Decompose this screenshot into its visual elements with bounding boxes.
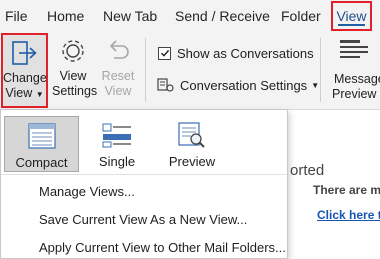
background-heading-fragment: orted [290, 162, 325, 179]
tab-view[interactable]: View [331, 1, 372, 31]
preview-view-icon [178, 122, 205, 148]
ribbon-tab-bar: File Home New Tab Send / Receive Folder … [0, 0, 380, 32]
tab-folder[interactable]: Folder [281, 6, 321, 26]
background-info-fragment: There are mo [313, 183, 380, 197]
view-option-single[interactable]: Single [81, 116, 153, 172]
ribbon-view: Change View ▼ View Settings Reset View S… [0, 32, 380, 110]
tab-send-receive[interactable]: Send / Receive [175, 6, 270, 26]
background-link-fragment[interactable]: Click here to [317, 208, 380, 222]
undo-icon [109, 40, 129, 59]
change-view-label-1: Change [3, 71, 47, 85]
menu-item-manage-views[interactable]: Manage Views... [39, 183, 135, 201]
show-as-conversations-checkbox[interactable]: Show as Conversations [158, 44, 314, 62]
tab-file[interactable]: File [5, 6, 28, 26]
ribbon-group-separator [145, 38, 146, 102]
checkbox-checked-icon [158, 46, 171, 60]
view-settings-button[interactable]: View Settings [52, 32, 98, 99]
view-option-compact-label: Compact [15, 155, 68, 170]
chevron-down-icon: ▼ [35, 90, 44, 99]
message-preview-label-2: Preview ▼ [332, 87, 380, 101]
view-option-single-label: Single [98, 154, 136, 169]
view-option-preview[interactable]: Preview [156, 116, 228, 172]
show-as-conversations-label: Show as Conversations [177, 45, 314, 61]
reset-view-label-2: View [104, 84, 132, 98]
message-preview-label-1: Message [334, 72, 380, 86]
menu-item-save-current-view[interactable]: Save Current View As a New View... [39, 211, 247, 229]
ribbon-group-separator [320, 38, 321, 102]
conversation-settings-button[interactable]: Conversation Settings ▼ [157, 76, 319, 94]
conversation-settings-label: Conversation Settings [180, 77, 308, 93]
compact-view-icon [28, 123, 56, 149]
message-preview-icon [340, 40, 368, 58]
view-option-preview-label: Preview [168, 154, 216, 169]
tab-new-tab[interactable]: New Tab [103, 6, 157, 26]
view-option-compact[interactable]: Compact [4, 116, 79, 172]
reset-view-label-1: Reset [101, 69, 135, 83]
menu-divider [1, 174, 287, 175]
tab-home[interactable]: Home [47, 6, 84, 26]
active-tab-underline [338, 24, 365, 26]
menu-item-apply-current-view[interactable]: Apply Current View to Other Mail Folders… [39, 239, 286, 257]
change-view-button[interactable]: Change View ▼ [1, 33, 48, 108]
view-settings-label-1: View [59, 69, 87, 83]
change-view-dropdown: Compact Single Preview Manage Views... S… [0, 109, 288, 259]
conversation-settings-icon [157, 78, 174, 92]
gear-icon [62, 40, 84, 62]
reset-view-button[interactable]: Reset View [99, 32, 137, 99]
single-view-icon [102, 123, 131, 148]
message-preview-button[interactable]: Message Preview ▼ [330, 32, 380, 108]
chevron-down-icon: ▼ [311, 80, 320, 90]
change-view-arrow-icon [12, 41, 37, 65]
view-settings-label-2: Settings [52, 84, 98, 98]
change-view-label-2: View ▼ [5, 86, 44, 100]
